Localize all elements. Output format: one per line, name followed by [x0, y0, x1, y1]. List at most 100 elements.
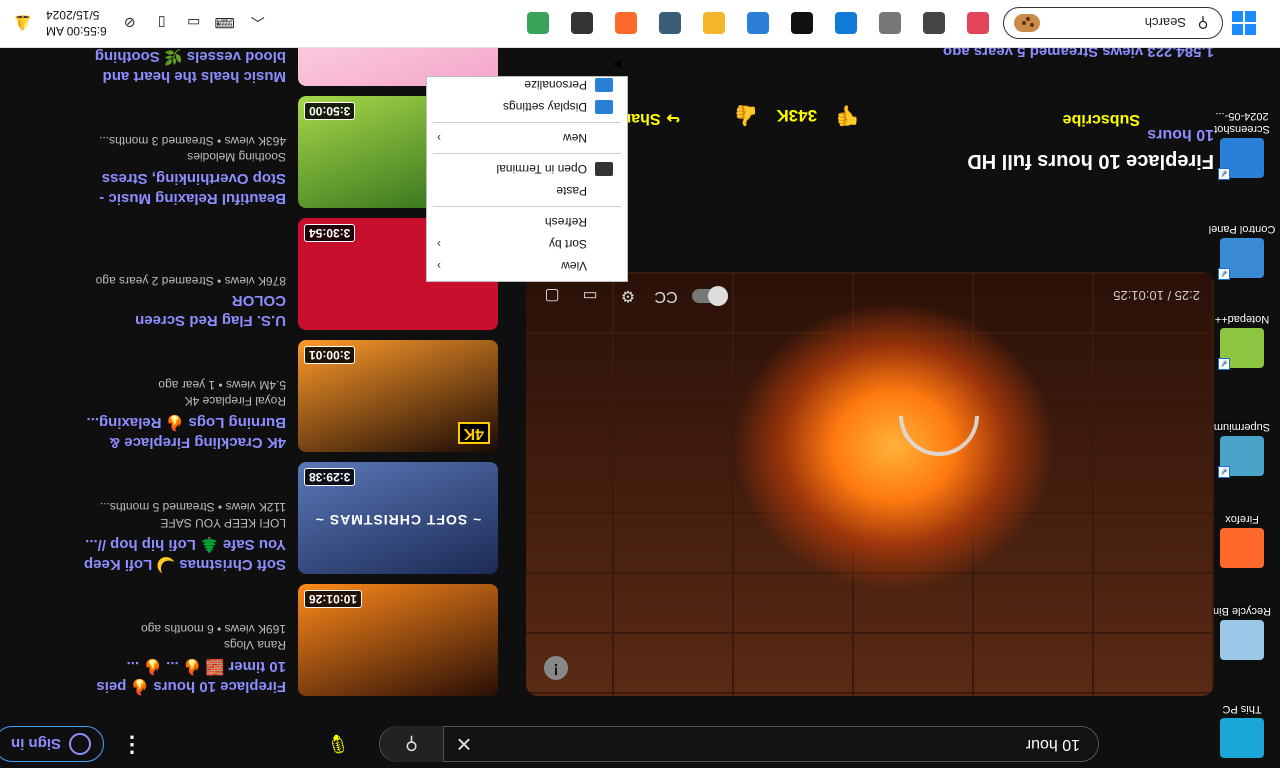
desktop-icon[interactable]: This PC — [1208, 702, 1276, 758]
system-tray: ︿ ⌨ ▭ ▯ ⊘ 6:55:00 AM 5/15/2024 🔔 — [14, 0, 267, 47]
info-icon[interactable]: ! — [544, 656, 568, 680]
clear-search-icon[interactable]: ✕ — [444, 732, 484, 757]
remote-desktop-icon — [747, 12, 769, 34]
chevron-up-icon[interactable]: ︿ — [249, 13, 267, 33]
duration-badge: 3:30:54 — [304, 224, 356, 242]
upload-age: Streamed 3 months... — [99, 134, 214, 148]
clock-time: 6:55:00 AM — [46, 24, 107, 38]
taskbar-app-remote[interactable] — [742, 7, 774, 39]
blank-icon — [595, 131, 613, 145]
like-icon[interactable]: 👍 — [734, 103, 759, 128]
context-menu-item[interactable]: View › — [427, 255, 627, 277]
loading-spinner-icon — [882, 359, 996, 473]
recommendation-meta: Soft Christmas 🌙 Lofi Keep You Safe 🌲 Lo… — [78, 500, 286, 574]
view-stats: 112K views • Streamed 5 months... — [78, 500, 286, 514]
keyboard-icon[interactable]: ⌨ — [215, 15, 235, 32]
video-player[interactable]: ! 2:25 / 10:01:25 CC ⚙ ▭ ▢ — [526, 272, 1214, 696]
miniplayer-icon[interactable]: ▭ — [578, 286, 602, 306]
context-menu-label: Open in Terminal — [496, 162, 588, 176]
checkbox-icon[interactable]: ✓ — [1218, 268, 1230, 280]
recommendation-title[interactable]: U.S. Flag Red Screen COLOR — [78, 290, 286, 330]
context-menu-item[interactable]: Paste — [427, 180, 627, 202]
context-menu-item[interactable]: New › — [427, 127, 627, 149]
subscribe-button[interactable]: Subscribe — [1063, 110, 1140, 128]
taskbar-search[interactable]: ⚲ Search — [1003, 7, 1223, 39]
channel-name[interactable]: LOFI KEEP YOU SAFE — [78, 516, 286, 530]
checkbox-icon[interactable]: ✓ — [1218, 466, 1230, 478]
recommendation-title[interactable]: Fireplace 10 hours 🔥 peis 10 timer 🧱 🔥 .… — [78, 656, 286, 696]
supermium-icon: ✓ — [1218, 436, 1264, 478]
sign-in-button[interactable]: Sign in — [0, 726, 104, 762]
taskbar-app-firefox[interactable] — [610, 7, 642, 39]
video-thumbnail[interactable]: 10:01:26 — [298, 584, 498, 696]
context-menu-item[interactable]: Personalize — [427, 74, 627, 96]
clock[interactable]: 6:55:00 AM 5/15/2024 — [46, 7, 107, 39]
dislike-icon[interactable]: 👎 — [835, 103, 860, 128]
context-menu-item[interactable]: Open in Terminal — [427, 158, 627, 180]
channel-name[interactable]: Soothing Melodies — [78, 150, 286, 164]
taskbar-app-copilot[interactable] — [962, 7, 994, 39]
recommendation-title[interactable]: Soft Christmas 🌙 Lofi Keep You Safe 🌲 Lo… — [78, 534, 286, 574]
taskbar-app-notes[interactable] — [566, 7, 598, 39]
checkbox-icon[interactable]: ✓ — [1218, 358, 1230, 370]
desktop-icon[interactable]: ✓ Supermium — [1208, 420, 1276, 478]
theater-mode-icon[interactable]: ▢ — [540, 286, 564, 306]
search-input[interactable]: 10 hour — [484, 735, 1098, 753]
personalize-icon — [595, 78, 613, 92]
recommendation-item[interactable]: ~ SOFT CHRISTMAS ~ 3:29:38 Soft Christmas … — [78, 460, 498, 574]
desktop-icon-label: Recycle Bin — [1212, 605, 1272, 617]
device-icon[interactable]: ▯ — [153, 15, 171, 32]
search-button[interactable]: ⚲ — [380, 726, 444, 762]
recommendation-meta: Fireplace 10 hours 🔥 peis 10 timer 🧱 🔥 .… — [78, 622, 286, 696]
settings-gear-icon[interactable]: ⚙ — [616, 286, 640, 306]
captions-icon[interactable]: CC — [654, 287, 678, 305]
video-thumbnail[interactable]: 4K 3:00:01 — [298, 340, 498, 452]
desktop-icon[interactable]: ✓ Screenshot 2024-05-... — [1208, 109, 1276, 180]
recommendation-title[interactable]: Music heals the heart and blood vessels … — [78, 46, 286, 86]
mouse-cursor-icon: ➤ — [611, 55, 625, 72]
recommendation-item[interactable]: 10:01:26 Fireplace 10 hours 🔥 peis 10 tim… — [78, 582, 498, 696]
duration-badge: 3:00:01 — [304, 346, 356, 364]
voice-search-button[interactable]: 🎙 — [322, 728, 354, 760]
taskbar-app-capture[interactable] — [786, 7, 818, 39]
desktop-icon[interactable]: Firefox — [1208, 512, 1276, 568]
recommendation-title[interactable]: 4K Crackling Fireplace & Burning Logs 🔥 … — [78, 412, 286, 452]
desktop-icon[interactable]: Recycle Bin — [1208, 604, 1276, 660]
channel-name[interactable]: Rana Vlogs — [78, 638, 286, 652]
checkbox-icon[interactable]: ✓ — [1218, 168, 1230, 180]
network-icon[interactable]: ⊘ — [121, 15, 139, 32]
taskbar-app-discord-like[interactable] — [874, 7, 906, 39]
channel-name[interactable]: Royal Fireplace 4K — [78, 394, 286, 408]
autoplay-toggle[interactable] — [692, 289, 728, 303]
control-panel-icon: ✓ — [1218, 238, 1264, 280]
notification-bell-icon[interactable]: 🔔 — [14, 15, 32, 32]
search-highlight-icon — [1014, 14, 1040, 32]
start-button[interactable] — [1232, 11, 1256, 35]
taskbar-app-edge[interactable] — [830, 7, 862, 39]
desktop-icon-label: Control Panel — [1208, 223, 1276, 235]
separator-dot: • — [214, 500, 226, 514]
display-icon[interactable]: ▭ — [185, 15, 203, 32]
more-options-button[interactable]: ⋮ — [120, 728, 144, 760]
folder-icon — [703, 12, 725, 34]
context-menu-item[interactable]: Display settings — [427, 96, 627, 118]
display-icon — [595, 100, 613, 114]
taskbar-app-chart[interactable] — [522, 7, 554, 39]
desktop-icon[interactable]: ✓ Notepad++ — [1208, 312, 1276, 370]
taskbar-app-explorer[interactable] — [698, 7, 730, 39]
youtube-search-bar: 10 hour ✕ ⚲ — [379, 726, 1099, 762]
taskbar-app-steam[interactable] — [654, 7, 686, 39]
context-menu-label: New — [562, 131, 587, 145]
desktop-icon[interactable]: ✓ Control Panel — [1208, 222, 1276, 280]
clock-date: 5/15/2024 — [46, 8, 100, 22]
taskbar-app-task-view[interactable] — [918, 7, 950, 39]
thumbnail-caption: ~ SOFT CHRISTMAS ~ — [314, 512, 482, 528]
context-menu-item[interactable]: Refresh — [427, 211, 627, 233]
video-duration-label: 10 hours — [1147, 126, 1214, 143]
context-menu-item[interactable]: Sort by › — [427, 233, 627, 255]
recycle-bin-icon — [1220, 620, 1264, 660]
recommendation-title[interactable]: Beautiful Relaxing Music - Stop Overthin… — [78, 168, 286, 208]
video-thumbnail[interactable]: ~ SOFT CHRISTMAS ~ 3:29:38 — [298, 462, 498, 574]
recommendation-item[interactable]: 4K 3:00:01 4K Crackling Fireplace & Burnin… — [78, 338, 498, 452]
microphone-icon: 🎙 — [326, 734, 350, 755]
